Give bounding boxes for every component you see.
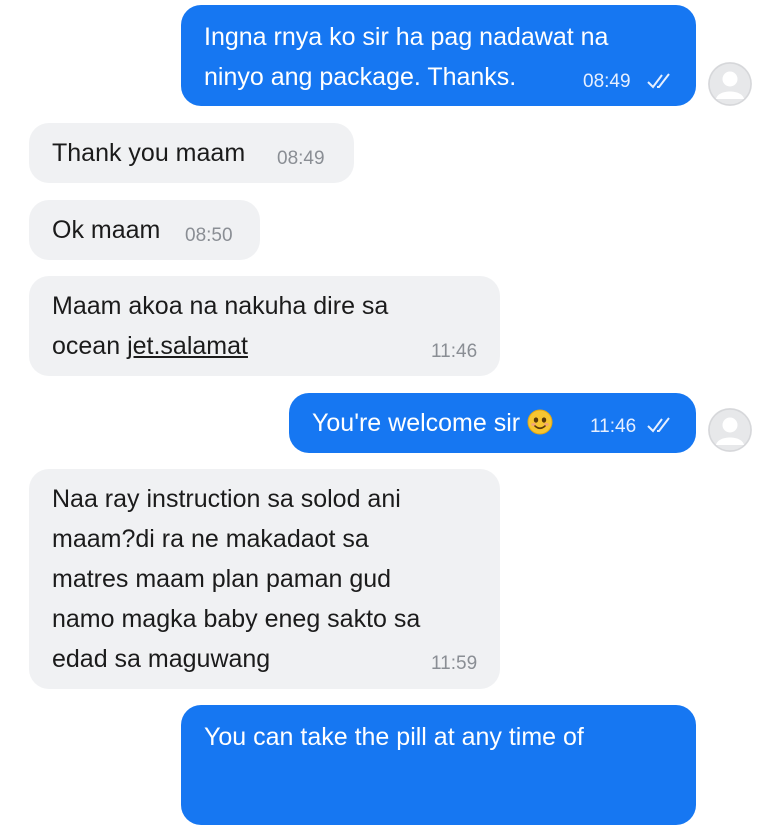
message-text: You can take the pill at any time of (204, 723, 584, 751)
message-time: 08:49 (277, 148, 325, 169)
message-link[interactable]: jet.salamat (127, 332, 248, 360)
smiling-face-emoji-icon (527, 409, 553, 435)
message-bubble-incoming[interactable]: Naa ray instruction sa solod ani maam?di… (29, 469, 500, 689)
default-avatar-icon[interactable] (708, 62, 752, 106)
message-time: 11:59 (431, 653, 478, 674)
message-time: 08:50 (185, 225, 233, 246)
message-bubble-outgoing[interactable]: Ingna rnya ko sir ha pag nadawat na niny… (181, 5, 696, 106)
double-check-icon (647, 73, 670, 89)
message-bubble-incoming[interactable]: Maam akoa na nakuha dire sa ocean jet.sa… (29, 276, 500, 376)
default-avatar-icon[interactable] (708, 408, 752, 452)
message-text: Thank you maam (52, 139, 246, 167)
message-bubble-incoming[interactable]: Thank you maam 08:49 (29, 123, 354, 183)
message-bubble-incoming[interactable]: Ok maam 08:50 (29, 200, 260, 260)
message-text: You're welcome sir (312, 403, 553, 443)
message-bubble-outgoing[interactable]: You're welcome sir 11:46 (289, 393, 696, 453)
double-check-icon (647, 417, 670, 433)
message-line: ocean jet.salamat (52, 326, 472, 366)
message-text: Maam akoa na nakuha dire sa ocean jet.sa… (52, 286, 472, 366)
message-time: 11:46 (590, 416, 637, 437)
message-time: 08:49 (583, 71, 631, 92)
message-line: Maam akoa na nakuha dire sa (52, 292, 389, 320)
message-bubble-outgoing[interactable]: You can take the pill at any time of (181, 705, 696, 825)
message-line-text: ocean (52, 332, 128, 360)
message-text-content: You're welcome sir (312, 409, 521, 437)
message-text: Ok maam (52, 216, 161, 244)
message-text: Naa ray instruction sa solod ani maam?di… (52, 485, 421, 673)
message-time: 11:46 (431, 341, 478, 362)
